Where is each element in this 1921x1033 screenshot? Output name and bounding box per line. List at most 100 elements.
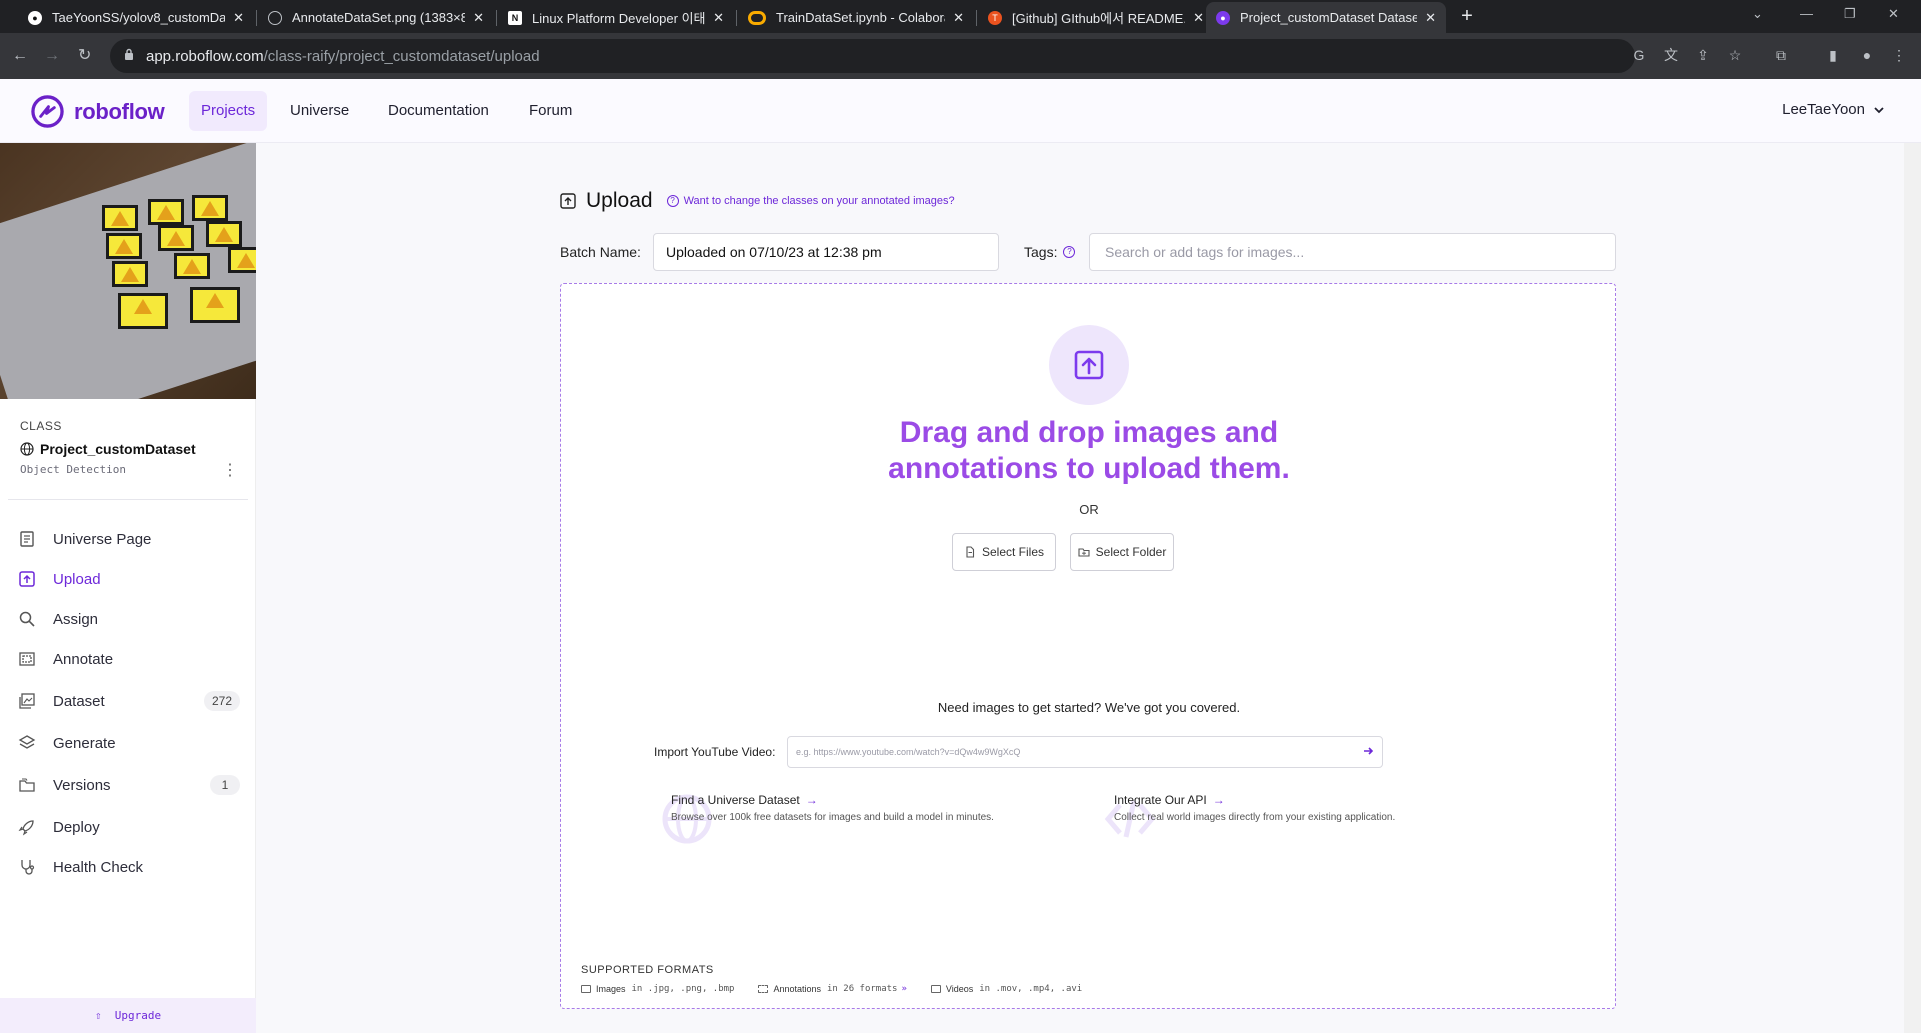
minimize-icon[interactable]: — — [1800, 6, 1813, 21]
address-bar[interactable]: app.roboflow.com/class-raify/project_cus… — [110, 39, 1635, 73]
tab-search-icon[interactable]: ⌄ — [1752, 6, 1763, 22]
nav-documentation[interactable]: Documentation — [376, 91, 501, 131]
browser-tab-4[interactable]: TrainDataSet.ipynb - Colabora ✕ — [738, 2, 974, 33]
close-icon[interactable]: ✕ — [1425, 10, 1436, 26]
notion-icon: N — [508, 10, 522, 25]
integrate-api-link[interactable]: Integrate Our API → Collect real world im… — [1104, 793, 1395, 838]
upload-dropzone[interactable]: Drag and drop images and annotations to … — [560, 283, 1616, 1009]
share-icon[interactable]: ⇪ — [1694, 46, 1712, 64]
project-name[interactable]: Project_customDataset — [20, 441, 240, 457]
sidebar-item-label: Dataset — [53, 692, 105, 710]
sidebar-item-label: Generate — [53, 734, 116, 752]
restore-icon[interactable]: ❐ — [1844, 6, 1856, 22]
browser-tab-5[interactable]: T [Github] GIthub에서 README. ✕ — [978, 2, 1214, 33]
warning-sign-image — [102, 205, 138, 231]
upload-icon — [1074, 350, 1104, 380]
select-folder-button[interactable]: Select Folder — [1070, 533, 1174, 571]
browser-tab-strip: ● TaeYoonSS/yolov8_customData ✕ Annotate… — [0, 0, 1921, 33]
sidebar-item-label: Assign — [53, 610, 99, 628]
tags-label: Tags: ? — [1024, 244, 1076, 260]
workspace-label: CLASS — [20, 419, 62, 433]
format-videos: Videos in .mov, .mp4, .avi — [930, 984, 1082, 994]
document-icon — [20, 531, 34, 547]
help-icon[interactable]: ? — [1063, 246, 1076, 258]
change-classes-help-link[interactable]: ? Want to change the classes on your ann… — [666, 195, 955, 207]
batch-name-label: Batch Name: — [560, 244, 641, 260]
sidebar-item-upload[interactable]: Upload — [0, 562, 256, 596]
sidebar-item-deploy[interactable]: Deploy — [0, 810, 256, 844]
browser-tab-6[interactable]: ● Project_customDataset Datase ✕ — [1206, 2, 1446, 33]
warning-sign-image — [148, 199, 184, 225]
sidebar-item-annotate[interactable]: Annotate — [0, 642, 256, 676]
back-icon[interactable]: ← — [12, 47, 28, 65]
sidebar-item-dataset[interactable]: Dataset 272 — [0, 684, 256, 718]
api-link-title: Integrate Our API → — [1114, 793, 1225, 807]
sidebar-item-label: Annotate — [53, 650, 114, 668]
batch-name-input[interactable] — [653, 233, 999, 271]
browser-tab-2[interactable]: AnnotateDataSet.png (1383×8 ✕ — [258, 2, 494, 33]
select-files-button[interactable]: Select Files — [952, 533, 1056, 571]
sidebar-item-label: Upload — [53, 570, 101, 588]
lock-icon — [125, 48, 133, 60]
close-icon[interactable]: ✕ — [1193, 10, 1204, 26]
more-formats-icon[interactable]: » — [901, 984, 906, 994]
warning-sign-image — [228, 247, 256, 273]
extensions-icon[interactable]: ⧉ — [1772, 46, 1790, 64]
nav-projects[interactable]: Projects — [189, 91, 268, 131]
or-separator: OR — [1079, 502, 1099, 517]
roboflow-logo-icon — [31, 95, 64, 128]
tags-input[interactable] — [1089, 233, 1616, 271]
browser-toolbar: ← → ↻ app.roboflow.com/class-raify/proje… — [0, 33, 1921, 79]
page-scrollbar[interactable] — [1904, 143, 1921, 1033]
arrow-right-icon[interactable] — [1361, 744, 1375, 758]
side-panel-icon[interactable]: ▮ — [1824, 46, 1842, 64]
layers-icon — [18, 735, 36, 749]
bookmark-star-icon[interactable]: ☆ — [1726, 46, 1744, 64]
sidebar-item-label: Health Check — [53, 858, 144, 876]
warning-sign-image — [158, 225, 194, 251]
nav-forum[interactable]: Forum — [517, 91, 584, 131]
browser-tab-3[interactable]: N Linux Platform Developer 이태 ✕ — [498, 2, 734, 33]
close-icon[interactable]: ✕ — [953, 10, 964, 26]
sidebar-item-universe-page[interactable]: Universe Page — [0, 522, 256, 556]
sidebar-item-health-check[interactable]: Health Check — [0, 850, 256, 884]
nav-universe[interactable]: Universe — [278, 91, 361, 131]
upgrade-button[interactable]: ⇧ Upgrade — [0, 998, 256, 1033]
user-menu[interactable]: LeeTaeYoon — [1782, 101, 1885, 118]
new-tab-icon[interactable]: + — [1454, 5, 1480, 29]
folder-icon — [1078, 548, 1090, 557]
close-icon[interactable]: ✕ — [233, 10, 244, 26]
close-window-icon[interactable]: ✕ — [1888, 6, 1899, 22]
rocket-icon — [18, 820, 34, 836]
tab-divider — [256, 10, 257, 26]
sidebar-item-generate[interactable]: Generate — [0, 726, 256, 760]
reload-icon[interactable]: ↻ — [78, 47, 91, 65]
profile-icon[interactable]: ● — [1858, 46, 1876, 64]
sidebar-item-assign[interactable]: Assign — [0, 602, 256, 636]
annotation-icon — [758, 985, 769, 993]
translate-icon[interactable]: 文 — [1662, 46, 1680, 64]
format-images: Images in .jpg, .png, .bmp — [581, 984, 734, 994]
tab-divider — [976, 10, 977, 26]
browser-tab-1[interactable]: ● TaeYoonSS/yolov8_customData ✕ — [18, 2, 254, 33]
close-icon[interactable]: ✕ — [473, 10, 484, 26]
user-name: LeeTaeYoon — [1782, 101, 1865, 118]
roboflow-icon: ● — [1216, 10, 1230, 25]
browser-menu-icon[interactable]: ⋮ — [1890, 46, 1908, 64]
forward-icon[interactable]: → — [44, 47, 60, 65]
supported-formats-heading: SUPPORTED FORMATS — [581, 964, 714, 976]
tab-title: [Github] GIthub에서 README. — [1012, 11, 1186, 26]
roboflow-logo[interactable]: roboflow — [31, 95, 165, 128]
warning-sign-image — [174, 253, 210, 279]
upload-icon — [560, 193, 576, 209]
find-universe-dataset-link[interactable]: Find a Universe Dataset → Browse over 100… — [662, 793, 994, 844]
close-icon[interactable]: ✕ — [713, 10, 724, 26]
project-type: Object Detection — [20, 463, 126, 476]
sidebar-item-versions[interactable]: Versions 1 — [0, 768, 256, 802]
tab-title: AnnotateDataSet.png (1383×8 — [292, 10, 466, 25]
format-annotations[interactable]: Annotations in 26 formats » — [758, 984, 907, 994]
more-options-icon[interactable]: ⋮ — [222, 463, 238, 479]
google-icon[interactable]: G — [1630, 46, 1648, 64]
dropzone-headline: Drag and drop images and annotations to … — [888, 416, 1290, 485]
youtube-url-input[interactable] — [787, 736, 1383, 768]
